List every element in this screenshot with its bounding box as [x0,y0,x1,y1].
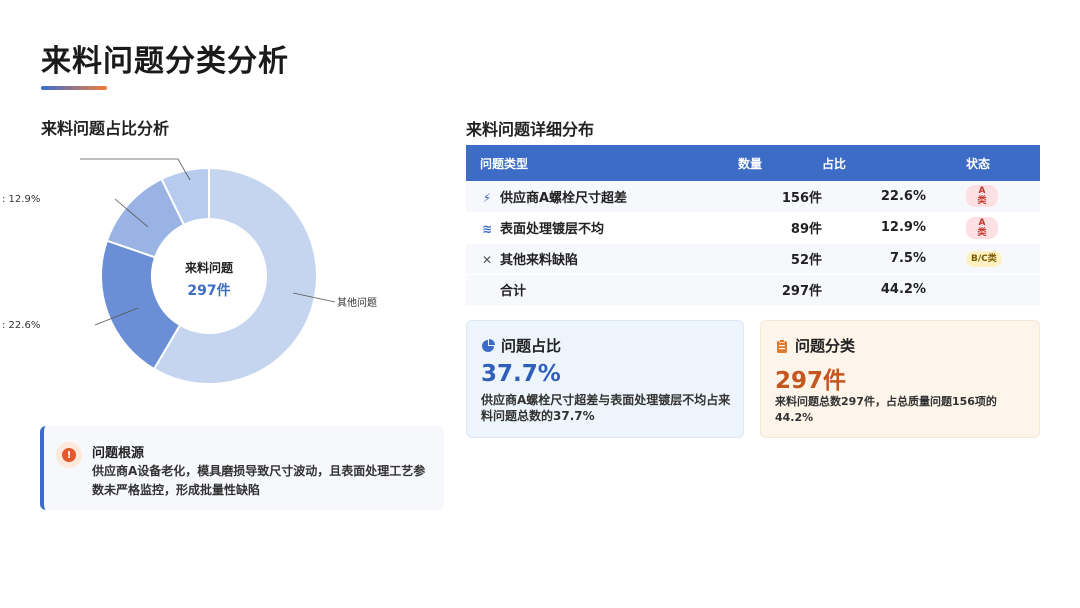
classification-card: 问题分类 297件 来料问题总数297件，占总质量问题156项的44.2% [760,320,1040,438]
root-cause-text: 供应商A设备老化，模具磨损导致尺寸波动，且表面处理工艺参数未严格监控，形成批量性… [92,464,426,497]
classification-card-desc: 来料问题总数297件，占总质量问题156项的44.2% [775,395,997,424]
row-type: 表面处理镀层不均 [500,222,605,237]
title-underline [41,86,107,90]
detail-table: 问题类型 数量 占比 状态 ⚡ 供应商A螺栓尺寸超差 156件 22.6% A 类… [466,145,1040,306]
status-badge: B/C类 [966,251,1002,267]
donut-chart: 其他问题 : 22.6% : 12.9% 来料问题 297件 [0,150,450,400]
classification-card-title: 问题分类 [795,337,856,355]
row-pct: 12.9% [822,212,926,244]
donut-section-title: 来料问题占比分析 [41,119,170,138]
root-cause-card: ! 问题根源 供应商A设备老化，模具磨损导致尺寸波动，且表面处理工艺参数未严格监… [40,426,444,510]
layers-icon: ≋ [481,222,493,236]
table-section-title: 来料问题详细分布 [466,120,595,139]
table-row: ⚡ 供应商A螺栓尺寸超差 156件 22.6% A 类 [466,181,1040,213]
classification-card-value: 297件 [775,368,847,394]
ratio-card: 问题占比 37.7% 供应商A螺栓尺寸超差与表面处理镀层不均占来料问题总数的37… [466,320,744,438]
total-pct: 44.2% [822,274,926,306]
row-type: 供应商A螺栓尺寸超差 [500,190,628,206]
donut-center-label: 来料问题 [184,261,233,275]
warning-icon-wrap: ! [56,442,82,468]
header-count: 数量 [738,145,822,181]
slice-label: : 22.6% [2,320,40,331]
donut-center: 来料问题 297件 [159,259,259,300]
pie-chart-icon [482,338,495,352]
bolt-icon: ⚡ [482,190,492,205]
row-count: 89件 [738,212,822,244]
warning-icon: ! [62,448,76,462]
page-title: 来料问题分类分析 [41,44,289,79]
slice-label: : 12.9% [2,194,40,205]
ratio-card-title: 问题占比 [501,337,562,355]
status-badge: A 类 [966,185,998,208]
row-count: 52件 [738,243,822,275]
tools-icon: ✕ [481,253,493,267]
root-cause-title: 问题根源 [92,446,145,461]
header-pct: 占比 [822,145,926,181]
row-type: 其他来料缺陷 [500,253,579,268]
table-header-row: 问题类型 数量 占比 状态 [466,145,1040,181]
row-pct: 22.6% [822,181,926,213]
donut-center-value: 297件 [187,283,231,299]
header-type: 问题类型 [466,145,738,181]
table-row: ✕ 其他来料缺陷 52件 7.5% B/C类 [466,243,1040,275]
table-total-row: 合计 297件 44.2% [466,274,1040,306]
status-badge: A 类 [966,216,998,239]
row-pct: 7.5% [822,243,926,275]
total-count: 297件 [738,274,822,306]
header-status: 状态 [926,145,1040,181]
ratio-card-value: 37.7% [481,361,561,387]
clipboard-icon [777,338,787,353]
row-count: 156件 [738,181,822,213]
ratio-card-desc: 供应商A螺栓尺寸超差与表面处理镀层不均占来料问题总数的37.7% [481,393,731,423]
table-row: ≋ 表面处理镀层不均 89件 12.9% A 类 [466,212,1040,244]
slice-label: 其他问题 [337,296,377,309]
total-label: 合计 [500,284,527,299]
